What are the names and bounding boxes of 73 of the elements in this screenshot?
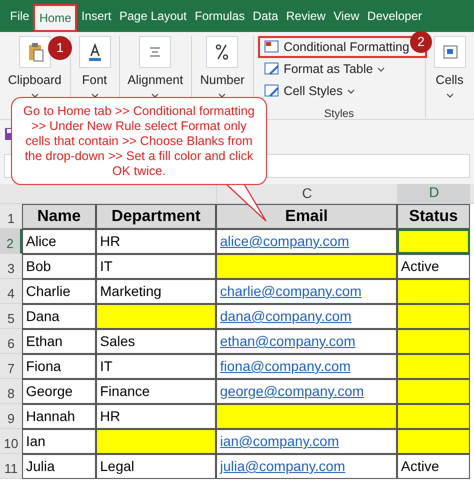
group-label[interactable]: Font	[82, 71, 108, 90]
table-cell: george@company.com	[216, 379, 397, 404]
style-command[interactable]: Format as Table	[258, 58, 391, 80]
menu-tab[interactable]: Home	[33, 4, 78, 32]
menu-tab[interactable]: View	[330, 2, 364, 30]
table-cell: Finance	[96, 379, 216, 404]
row-number: 4	[0, 279, 22, 304]
menu-tab[interactable]: File	[6, 2, 34, 30]
row-number: 11	[0, 454, 22, 479]
table-cell: HR	[96, 229, 216, 254]
group-label[interactable]: Alignment	[128, 71, 184, 90]
menu-tab[interactable]: Review	[282, 2, 330, 30]
row-number: 5	[0, 304, 22, 329]
cells-icon[interactable]	[434, 36, 466, 68]
conditional-format-icon	[264, 40, 280, 54]
table-cell: IT	[96, 254, 216, 279]
group-label[interactable]: Clipboard	[8, 71, 62, 90]
header-cell: Email	[216, 204, 397, 229]
chevron-down-icon	[376, 66, 385, 72]
table-cell: ethan@company.com	[216, 329, 397, 354]
group-label[interactable]: Number	[200, 71, 245, 90]
column-header[interactable]: D	[397, 184, 470, 203]
table-cell: Active	[397, 454, 470, 479]
table-cell: HR	[96, 404, 216, 429]
group-label: Styles	[324, 107, 354, 122]
table-cell: Julia	[22, 454, 96, 479]
header-cell: Status	[397, 204, 470, 229]
row-number: 9	[0, 404, 22, 429]
table-cell: julia@company.com	[216, 454, 397, 479]
callout-tooltip: Go to Home tab >> Conditional formatting >> Under New Rule select Format only cells that contain >> Choose Blanks from the drop-down >> Set a fill color and click OK twice.	[11, 97, 267, 185]
table-cell: fiona@company.com	[216, 354, 397, 379]
menu-tab[interactable]: Page Layout	[115, 2, 191, 30]
menu-tab[interactable]: Data	[248, 2, 282, 30]
chevron-down-icon	[346, 88, 355, 94]
table-cell: Ethan	[22, 329, 96, 354]
table-format-icon	[264, 62, 280, 76]
header-cell: Name	[22, 204, 96, 229]
row-number: 1	[0, 204, 22, 229]
font-icon[interactable]	[78, 36, 111, 68]
row-number: 10	[0, 429, 22, 454]
row-number: 8	[0, 379, 22, 404]
table-cell: Legal	[96, 454, 216, 479]
row-number: 3	[0, 254, 22, 279]
row-number: 7	[0, 354, 22, 379]
table-cell: Fiona	[22, 354, 96, 379]
table-cell: alice@company.com	[216, 229, 397, 254]
table-cell: dana@company.com	[216, 304, 397, 329]
align-icon[interactable]	[139, 36, 172, 68]
table-cell: George	[22, 379, 96, 404]
callout-pointer	[224, 183, 268, 223]
table-cell: Marketing	[96, 279, 216, 304]
table-cell: Alice	[22, 229, 96, 254]
percent-icon[interactable]	[206, 36, 238, 68]
menu-tab[interactable]: Insert	[77, 2, 116, 30]
header-cell: Department	[96, 204, 216, 229]
table-cell: ian@company.com	[216, 429, 397, 454]
chevron-down-icon	[446, 92, 454, 98]
table-cell: Dana	[22, 304, 96, 329]
menu-tab[interactable]: Developer	[363, 2, 426, 30]
table-cell: Active	[397, 254, 470, 279]
table-cell: Charlie	[22, 279, 96, 304]
table-cell: Hannah	[22, 404, 96, 429]
row-number: 2	[0, 229, 22, 254]
clipboard-icon[interactable]	[18, 36, 51, 68]
table-cell: Ian	[22, 429, 96, 454]
menu-tab[interactable]: Formulas	[190, 2, 249, 30]
cell-styles-icon	[264, 84, 280, 98]
group-label[interactable]: Cells	[436, 71, 464, 90]
table-cell: Sales	[96, 329, 216, 354]
table-cell: charlie@company.com	[216, 279, 397, 304]
table-cell: IT	[96, 354, 216, 379]
table-cell: Bob	[22, 254, 96, 279]
row-number: 6	[0, 329, 22, 354]
